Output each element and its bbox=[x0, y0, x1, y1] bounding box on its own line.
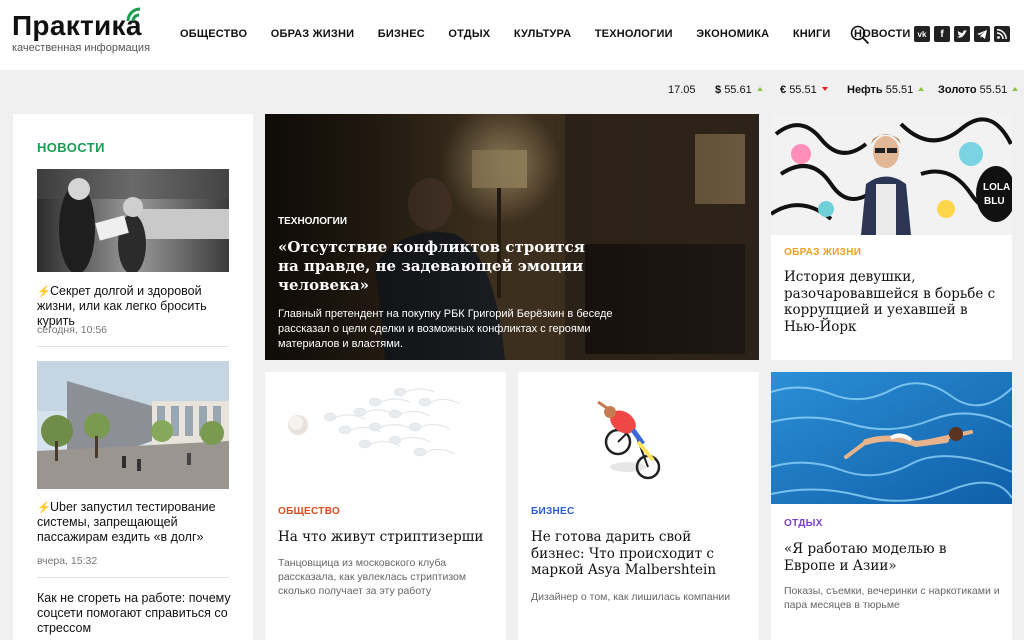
main-nav: ОБЩЕСТВО ОБРАЗ ЖИЗНИ БИЗНЕС ОТДЫХ КУЛЬТУ… bbox=[180, 28, 934, 40]
rate-usd-value: 55.61 bbox=[724, 84, 752, 96]
rate-eur: € 55.51 bbox=[780, 84, 828, 96]
site-header: Практика качественная информация ОБЩЕСТВ… bbox=[0, 0, 1024, 70]
arrow-down-icon bbox=[821, 87, 828, 91]
news-item-time-2: вчера, 15:32 bbox=[37, 555, 98, 567]
arrow-up-icon bbox=[918, 87, 925, 91]
hero-category[interactable]: ТЕХНОЛОГИИ bbox=[278, 216, 347, 227]
article-card-business[interactable]: БИЗНЕС Не готова дарить свой бизнес: Что… bbox=[518, 372, 759, 640]
nav-item-economy[interactable]: ЭКОНОМИКА bbox=[696, 28, 769, 40]
lightning-icon: ⚡ bbox=[37, 502, 51, 514]
article-card-leisure[interactable]: ОТДЫХ «Я работаю моделью в Европе и Азии… bbox=[771, 372, 1012, 640]
twitter-icon[interactable] bbox=[954, 26, 970, 42]
nav-item-society[interactable]: ОБЩЕСТВО bbox=[180, 28, 247, 40]
rate-eur-value: 55.51 bbox=[789, 84, 817, 96]
telegram-icon[interactable] bbox=[974, 26, 990, 42]
card-category[interactable]: ОТДЫХ bbox=[784, 518, 823, 529]
arrow-up-icon bbox=[1012, 87, 1019, 91]
rate-usd: $ 55.61 bbox=[715, 84, 763, 96]
svg-text:BLU: BLU bbox=[984, 196, 1005, 207]
card-title[interactable]: История девушки, разочаровавшейся в борь… bbox=[784, 269, 999, 335]
card-category[interactable]: ОБЩЕСТВО bbox=[278, 506, 340, 517]
facebook-icon[interactable]: f bbox=[934, 26, 950, 42]
rate-oil-label: Нефть bbox=[847, 84, 883, 96]
rate-eur-label: € bbox=[780, 84, 787, 96]
social-links: vk f bbox=[914, 26, 1010, 42]
news-item-title-1[interactable]: ⚡ Секрет долгой и здоровой жизни, или ка… bbox=[37, 284, 237, 329]
article-image bbox=[265, 372, 506, 492]
hero-article[interactable]: ТЕХНОЛОГИИ «Отсутствие конфликтов строит… bbox=[265, 114, 759, 360]
news-item-time-1: сегодня, 10:56 bbox=[37, 324, 108, 336]
rate-oil-value: 55.51 bbox=[885, 84, 914, 96]
rate-date: 17.05 bbox=[668, 84, 696, 96]
rate-gold-value: 55.51 bbox=[979, 84, 1008, 96]
rate-oil: Нефть 55.51 bbox=[847, 84, 925, 96]
rate-gold: Золото 55.51 bbox=[938, 84, 1019, 96]
search-icon[interactable] bbox=[850, 25, 870, 45]
card-title[interactable]: «Я работаю моделью в Европе и Азии» bbox=[784, 541, 999, 574]
article-image: LOLA BLU bbox=[771, 114, 1012, 235]
vk-icon[interactable]: vk bbox=[914, 26, 930, 42]
rate-gold-label: Золото bbox=[938, 84, 977, 96]
card-title[interactable]: Не готова дарить свой бизнес: Что происх… bbox=[531, 529, 746, 579]
card-desc: Дизайнер о том, как лишилась компании bbox=[531, 591, 731, 603]
card-category[interactable]: ОБРАЗ ЖИЗНИ bbox=[784, 247, 861, 258]
nav-item-leisure[interactable]: ОТДЫХ bbox=[448, 28, 490, 40]
news-heading[interactable]: НОВОСТИ bbox=[37, 140, 105, 155]
hero-desc: Главный претендент на покупку РБК Григор… bbox=[278, 308, 613, 350]
nav-item-culture[interactable]: КУЛЬТУРА bbox=[514, 28, 571, 40]
divider bbox=[37, 577, 229, 578]
svg-text:LOLA: LOLA bbox=[983, 182, 1010, 193]
rate-usd-label: $ bbox=[715, 84, 722, 96]
article-card-society[interactable]: ОБЩЕСТВО На что живут стриптизерши Танцо… bbox=[265, 372, 506, 640]
rates-bar: 17.05 $ 55.61 € 55.51 Нефть 55.51 Золото… bbox=[0, 84, 1024, 100]
news-image-1[interactable] bbox=[37, 169, 229, 272]
rss-icon[interactable] bbox=[994, 26, 1010, 42]
news-item-title-2[interactable]: ⚡ Uber запустил тестирование системы, за… bbox=[37, 500, 237, 545]
card-desc: Показы, съемки, вечеринки с наркотиками … bbox=[784, 585, 1000, 611]
arrow-up-icon bbox=[756, 87, 763, 91]
card-title[interactable]: На что живут стриптизерши bbox=[278, 529, 493, 546]
nav-item-technology[interactable]: ТЕХНОЛОГИИ bbox=[595, 28, 673, 40]
news-item-title-3[interactable]: Как не сгореть на работе: почему соцсети… bbox=[37, 591, 237, 636]
logo-tagline: качественная информация bbox=[12, 42, 151, 54]
card-category[interactable]: БИЗНЕС bbox=[531, 506, 575, 517]
wave-icon bbox=[126, 7, 141, 22]
divider bbox=[37, 346, 229, 347]
article-card-lifestyle[interactable]: LOLA BLU ОБРАЗ ЖИЗНИ История девушки, ра… bbox=[771, 114, 1012, 360]
news-column: НОВОСТИ ⚡ Секрет долгой и здоровой жизни… bbox=[13, 114, 253, 640]
nav-item-books[interactable]: КНИГИ bbox=[793, 28, 831, 40]
article-image bbox=[771, 372, 1012, 504]
card-desc: Танцовщица из московского клуба рассказа… bbox=[278, 557, 467, 597]
news-image-2[interactable] bbox=[37, 361, 229, 489]
nav-item-business[interactable]: БИЗНЕС bbox=[378, 28, 425, 40]
article-image bbox=[518, 372, 759, 492]
hero-title[interactable]: «Отсутствие конфликтов строится на правд… bbox=[278, 238, 598, 295]
nav-item-lifestyle[interactable]: ОБРАЗ ЖИЗНИ bbox=[271, 28, 355, 40]
lightning-icon: ⚡ bbox=[37, 286, 51, 298]
